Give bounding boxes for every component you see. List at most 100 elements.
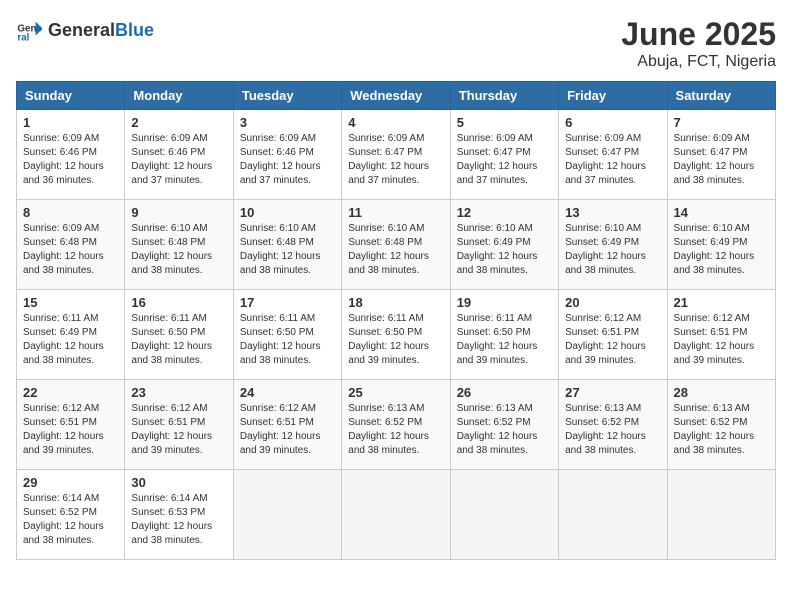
day-info: Sunrise: 6:12 AM Sunset: 6:51 PM Dayligh… [565,312,660,368]
day-info: Sunrise: 6:10 AM Sunset: 6:49 PM Dayligh… [565,222,660,278]
calendar-row: 8 Sunrise: 6:09 AM Sunset: 6:48 PM Dayli… [17,200,776,290]
day-info: Sunrise: 6:12 AM Sunset: 6:51 PM Dayligh… [23,402,118,458]
day-info: Sunrise: 6:09 AM Sunset: 6:47 PM Dayligh… [674,132,769,188]
table-row: 4 Sunrise: 6:09 AM Sunset: 6:47 PM Dayli… [342,110,450,200]
logo-text-general: General [48,20,115,41]
day-number: 14 [674,205,769,220]
day-info: Sunrise: 6:09 AM Sunset: 6:46 PM Dayligh… [131,132,226,188]
calendar-row: 15 Sunrise: 6:11 AM Sunset: 6:49 PM Dayl… [17,290,776,380]
table-row: 11 Sunrise: 6:10 AM Sunset: 6:48 PM Dayl… [342,200,450,290]
table-row: 27 Sunrise: 6:13 AM Sunset: 6:52 PM Dayl… [559,380,667,470]
table-row: 15 Sunrise: 6:11 AM Sunset: 6:49 PM Dayl… [17,290,125,380]
table-row: 16 Sunrise: 6:11 AM Sunset: 6:50 PM Dayl… [125,290,233,380]
day-info: Sunrise: 6:10 AM Sunset: 6:48 PM Dayligh… [240,222,335,278]
day-number: 21 [674,295,769,310]
table-row: 3 Sunrise: 6:09 AM Sunset: 6:46 PM Dayli… [233,110,341,200]
day-number: 13 [565,205,660,220]
day-info: Sunrise: 6:12 AM Sunset: 6:51 PM Dayligh… [240,402,335,458]
table-row: 22 Sunrise: 6:12 AM Sunset: 6:51 PM Dayl… [17,380,125,470]
title-area: June 2025 Abuja, FCT, Nigeria [621,16,776,71]
day-number: 26 [457,385,552,400]
day-info: Sunrise: 6:14 AM Sunset: 6:52 PM Dayligh… [23,492,118,548]
table-row: 18 Sunrise: 6:11 AM Sunset: 6:50 PM Dayl… [342,290,450,380]
day-number: 11 [348,205,443,220]
table-row: 12 Sunrise: 6:10 AM Sunset: 6:49 PM Dayl… [450,200,558,290]
day-info: Sunrise: 6:09 AM Sunset: 6:47 PM Dayligh… [457,132,552,188]
subtitle: Abuja, FCT, Nigeria [621,53,776,71]
table-row: 6 Sunrise: 6:09 AM Sunset: 6:47 PM Dayli… [559,110,667,200]
table-row: 10 Sunrise: 6:10 AM Sunset: 6:48 PM Dayl… [233,200,341,290]
calendar-row: 22 Sunrise: 6:12 AM Sunset: 6:51 PM Dayl… [17,380,776,470]
day-number: 10 [240,205,335,220]
table-row: 2 Sunrise: 6:09 AM Sunset: 6:46 PM Dayli… [125,110,233,200]
day-number: 17 [240,295,335,310]
day-info: Sunrise: 6:09 AM Sunset: 6:47 PM Dayligh… [565,132,660,188]
header: Gene ral GeneralBlue June 2025 Abuja, FC… [16,16,776,71]
day-info: Sunrise: 6:11 AM Sunset: 6:50 PM Dayligh… [457,312,552,368]
day-number: 22 [23,385,118,400]
day-number: 23 [131,385,226,400]
day-number: 8 [23,205,118,220]
day-info: Sunrise: 6:11 AM Sunset: 6:50 PM Dayligh… [240,312,335,368]
table-row: 23 Sunrise: 6:12 AM Sunset: 6:51 PM Dayl… [125,380,233,470]
calendar-row: 29 Sunrise: 6:14 AM Sunset: 6:52 PM Dayl… [17,470,776,560]
table-row: 20 Sunrise: 6:12 AM Sunset: 6:51 PM Dayl… [559,290,667,380]
table-row: 1 Sunrise: 6:09 AM Sunset: 6:46 PM Dayli… [17,110,125,200]
table-row: 30 Sunrise: 6:14 AM Sunset: 6:53 PM Dayl… [125,470,233,560]
table-row: 14 Sunrise: 6:10 AM Sunset: 6:49 PM Dayl… [667,200,775,290]
table-row: 21 Sunrise: 6:12 AM Sunset: 6:51 PM Dayl… [667,290,775,380]
day-info: Sunrise: 6:09 AM Sunset: 6:48 PM Dayligh… [23,222,118,278]
day-number: 1 [23,115,118,130]
day-number: 5 [457,115,552,130]
day-number: 9 [131,205,226,220]
logo-text-blue: Blue [115,20,154,41]
table-row [667,470,775,560]
day-info: Sunrise: 6:14 AM Sunset: 6:53 PM Dayligh… [131,492,226,548]
day-number: 25 [348,385,443,400]
day-number: 30 [131,475,226,490]
day-number: 19 [457,295,552,310]
day-number: 20 [565,295,660,310]
logo: Gene ral GeneralBlue [16,16,154,44]
col-wednesday: Wednesday [342,82,450,110]
day-number: 29 [23,475,118,490]
calendar-row: 1 Sunrise: 6:09 AM Sunset: 6:46 PM Dayli… [17,110,776,200]
day-info: Sunrise: 6:09 AM Sunset: 6:47 PM Dayligh… [348,132,443,188]
col-thursday: Thursday [450,82,558,110]
day-info: Sunrise: 6:12 AM Sunset: 6:51 PM Dayligh… [131,402,226,458]
table-row: 8 Sunrise: 6:09 AM Sunset: 6:48 PM Dayli… [17,200,125,290]
day-info: Sunrise: 6:10 AM Sunset: 6:49 PM Dayligh… [457,222,552,278]
day-number: 16 [131,295,226,310]
day-number: 18 [348,295,443,310]
table-row [342,470,450,560]
col-sunday: Sunday [17,82,125,110]
day-number: 2 [131,115,226,130]
day-number: 28 [674,385,769,400]
day-number: 7 [674,115,769,130]
day-info: Sunrise: 6:10 AM Sunset: 6:49 PM Dayligh… [674,222,769,278]
table-row: 19 Sunrise: 6:11 AM Sunset: 6:50 PM Dayl… [450,290,558,380]
day-info: Sunrise: 6:12 AM Sunset: 6:51 PM Dayligh… [674,312,769,368]
table-row: 5 Sunrise: 6:09 AM Sunset: 6:47 PM Dayli… [450,110,558,200]
calendar-table: Sunday Monday Tuesday Wednesday Thursday… [16,81,776,560]
table-row [233,470,341,560]
col-saturday: Saturday [667,82,775,110]
day-number: 3 [240,115,335,130]
table-row: 24 Sunrise: 6:12 AM Sunset: 6:51 PM Dayl… [233,380,341,470]
day-info: Sunrise: 6:11 AM Sunset: 6:50 PM Dayligh… [348,312,443,368]
logo-icon: Gene ral [16,16,44,44]
day-info: Sunrise: 6:10 AM Sunset: 6:48 PM Dayligh… [348,222,443,278]
day-info: Sunrise: 6:13 AM Sunset: 6:52 PM Dayligh… [348,402,443,458]
day-info: Sunrise: 6:13 AM Sunset: 6:52 PM Dayligh… [565,402,660,458]
col-friday: Friday [559,82,667,110]
day-info: Sunrise: 6:09 AM Sunset: 6:46 PM Dayligh… [240,132,335,188]
table-row: 26 Sunrise: 6:13 AM Sunset: 6:52 PM Dayl… [450,380,558,470]
day-number: 12 [457,205,552,220]
day-number: 6 [565,115,660,130]
table-row [559,470,667,560]
day-info: Sunrise: 6:11 AM Sunset: 6:50 PM Dayligh… [131,312,226,368]
col-monday: Monday [125,82,233,110]
day-info: Sunrise: 6:10 AM Sunset: 6:48 PM Dayligh… [131,222,226,278]
day-number: 27 [565,385,660,400]
day-number: 4 [348,115,443,130]
